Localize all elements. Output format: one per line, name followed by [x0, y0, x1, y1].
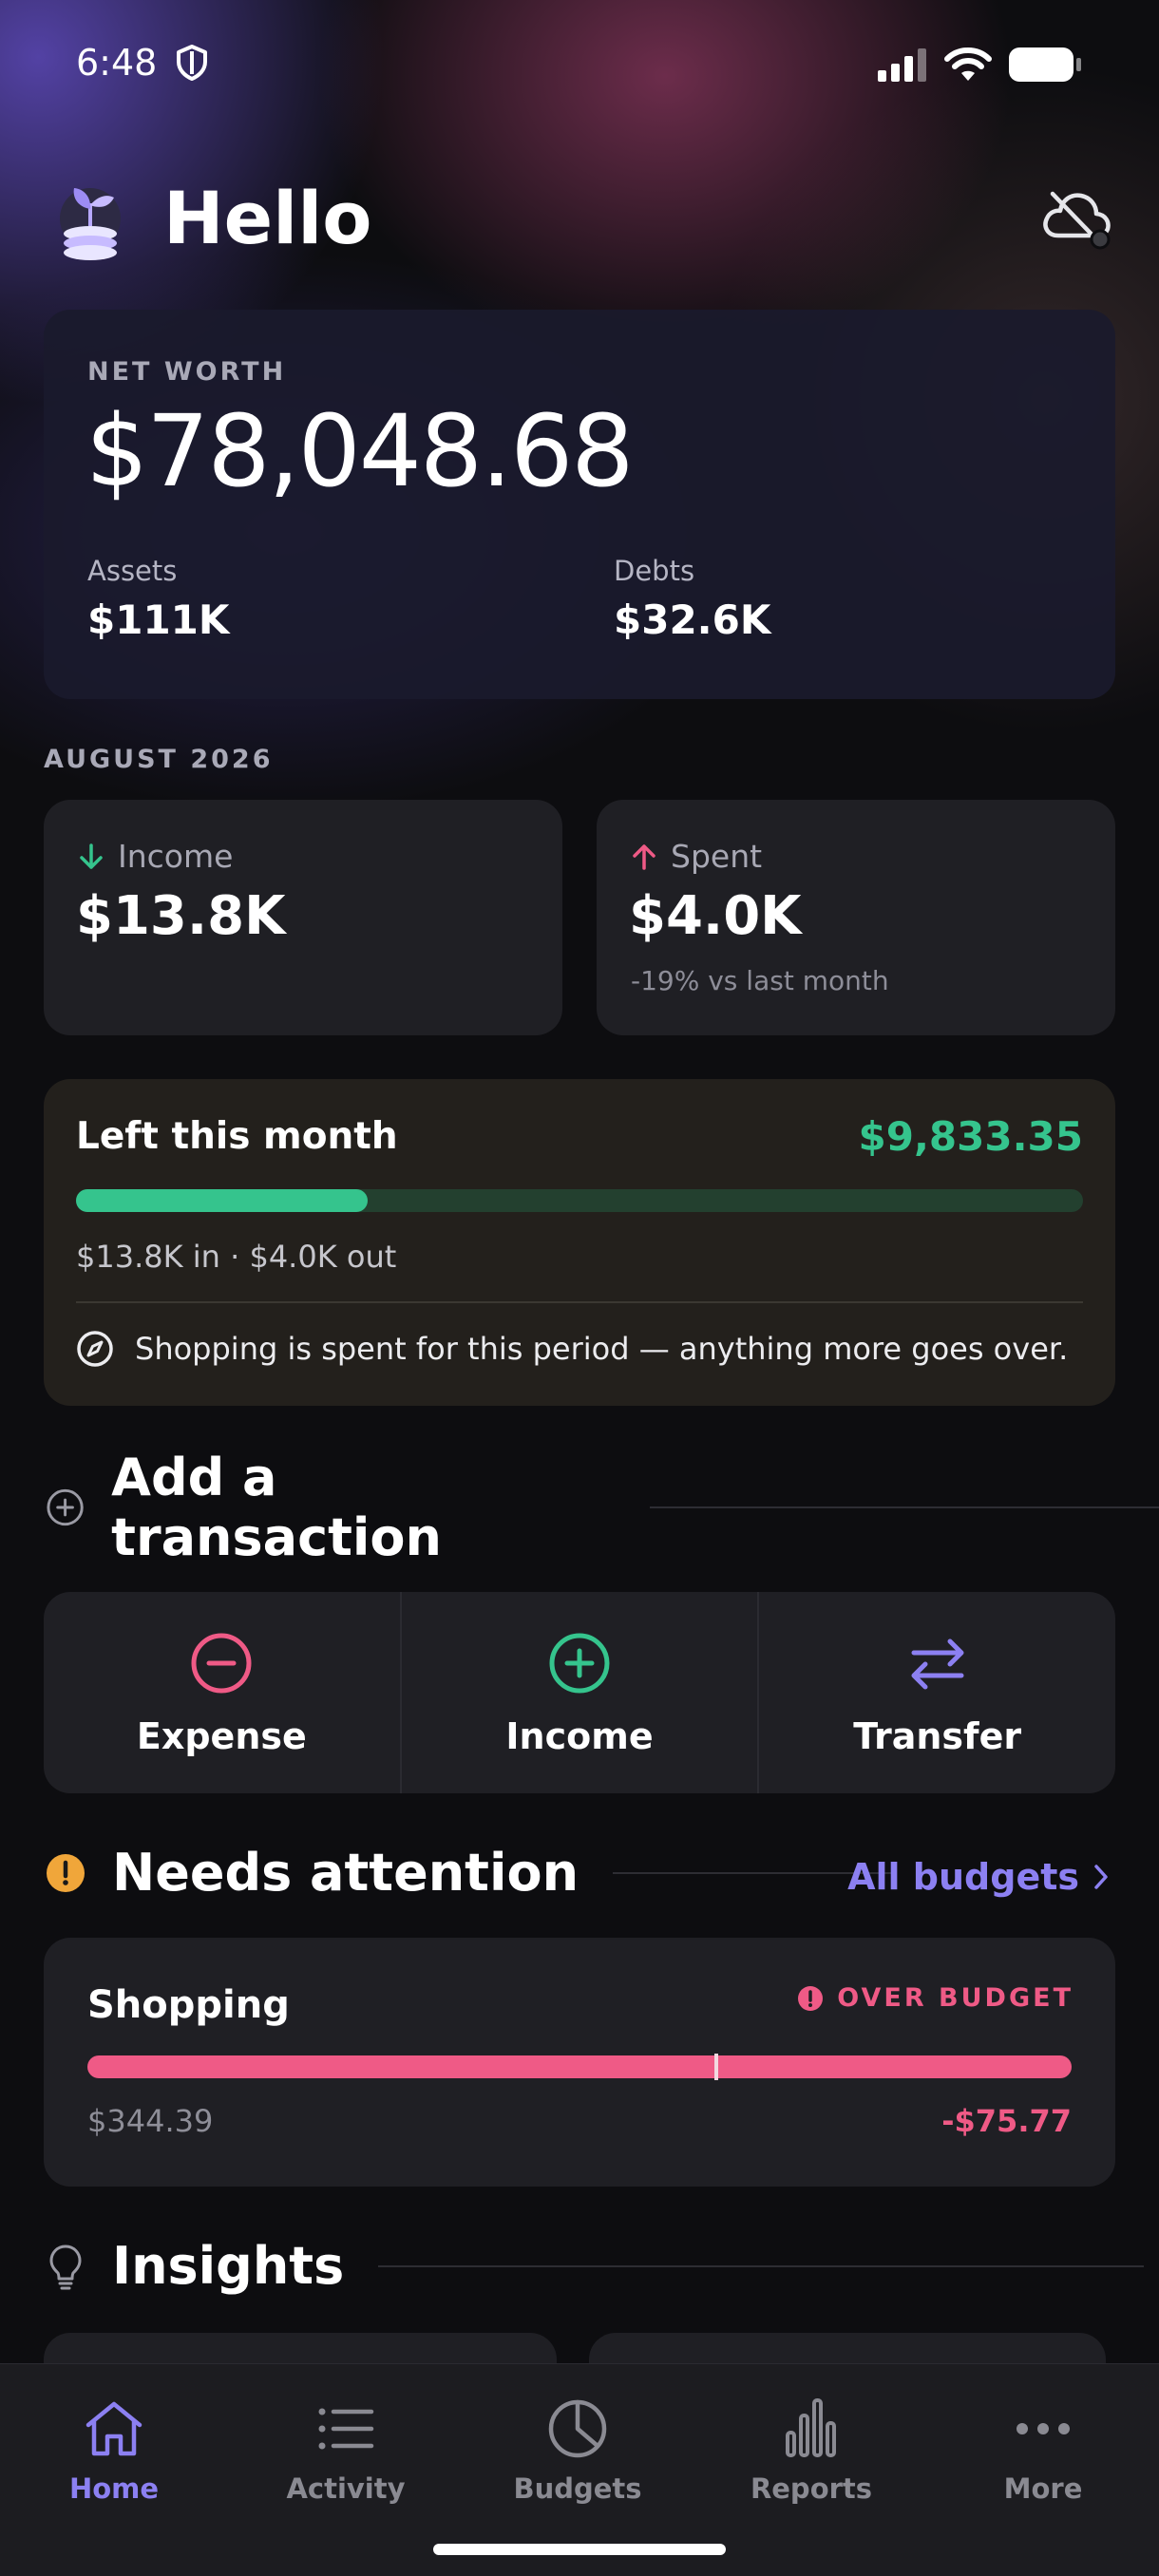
list-icon: [318, 2408, 374, 2450]
plus-circle-icon: [47, 1488, 84, 1526]
income-card[interactable]: Income $13.8K: [44, 800, 562, 1035]
budget-name: Shopping: [87, 1983, 290, 2027]
home-indicator: [433, 2544, 726, 2555]
status-time: 6:48: [76, 42, 158, 84]
lightbulb-icon: [49, 2245, 82, 2289]
assets-label: Assets: [87, 555, 178, 587]
transfer-arrows-icon: [911, 1638, 964, 1690]
insights-header: Insights: [44, 2236, 1145, 2296]
chevron-right-icon: [1094, 1865, 1108, 1889]
left-this-month-progress-fill: [76, 1189, 369, 1212]
add-income-button[interactable]: Income: [399, 1592, 758, 1793]
all-budgets-link[interactable]: All budgets: [847, 1856, 1110, 1898]
minus-circle-icon: [191, 1633, 252, 1694]
tab-reports-label: Reports: [750, 2472, 873, 2505]
tab-budgets-label: Budgets: [513, 2472, 642, 2505]
add-transfer-label: Transfer: [853, 1715, 1022, 1757]
tab-budgets[interactable]: Budgets: [483, 2398, 673, 2505]
arrow-down-icon: [80, 843, 103, 869]
budget-tip: Shopping is spent for this period — anyt…: [76, 1330, 1068, 1368]
needs-attention-title: Needs attention: [112, 1843, 580, 1903]
income-card-value: $13.8K: [76, 885, 286, 947]
assets-value: $111K: [87, 597, 230, 643]
compass-icon: [77, 1331, 113, 1367]
budget-shopping-card[interactable]: Shopping OVER BUDGET $344.39 -$75.77: [44, 1938, 1115, 2187]
all-budgets-label: All budgets: [847, 1856, 1079, 1898]
section-divider: [650, 1506, 1159, 1508]
transaction-actions: Expense Income Transfer: [44, 1592, 1115, 1793]
tab-more-label: More: [1003, 2472, 1083, 2505]
home-icon: [86, 2401, 142, 2456]
spent-card-value: $4.0K: [629, 885, 802, 947]
pie-chart-icon: [548, 2399, 607, 2458]
tab-home-label: Home: [68, 2472, 160, 2505]
add-transaction-title: Add a transaction: [111, 1448, 442, 1567]
tab-more[interactable]: More: [948, 2398, 1138, 2505]
tab-activity-label: Activity: [286, 2472, 406, 2505]
net-worth-value: $78,048.68: [86, 393, 634, 509]
debts-summary: Debts $32.6K: [614, 555, 770, 643]
tab-home[interactable]: Home: [19, 2398, 209, 2505]
budget-progress-bar: [87, 2054, 1072, 2080]
add-expense-label: Expense: [136, 1715, 307, 1757]
budget-tip-text: Shopping is spent for this period — anyt…: [135, 1331, 1069, 1367]
left-this-month-amount: $9,833.35: [858, 1113, 1083, 1160]
income-card-label: Income: [118, 838, 234, 875]
over-budget-label: OVER BUDGET: [837, 1983, 1074, 2013]
greeting-title: Hello: [163, 176, 372, 260]
budget-spent-amount: $344.39: [87, 2103, 214, 2139]
net-worth-card[interactable]: NET WORTH $78,048.68 Assets $111K Debts …: [44, 310, 1115, 699]
left-this-month-summary: $13.8K in · $4.0K out: [76, 1239, 397, 1275]
income-card-header: Income: [78, 838, 233, 875]
cloud-off-icon[interactable]: [1039, 184, 1115, 253]
section-divider: [378, 2264, 1145, 2267]
add-income-label: Income: [505, 1715, 654, 1757]
wifi-icon: [944, 47, 992, 81]
left-this-month-card[interactable]: Left this month $9,833.35 $13.8K in · $4…: [44, 1079, 1115, 1406]
assets-summary: Assets $111K: [87, 555, 229, 643]
tab-reports[interactable]: Reports: [716, 2398, 906, 2505]
budget-over-amount: -$75.77: [941, 2103, 1072, 2139]
needs-attention-header: Needs attention: [44, 1843, 895, 1903]
debts-value: $32.6K: [614, 597, 771, 643]
more-dots-icon: [1016, 2423, 1070, 2434]
warning-icon: [47, 1853, 85, 1892]
over-budget-badge: OVER BUDGET: [797, 1983, 1074, 2013]
spent-card-label: Spent: [671, 838, 763, 875]
spent-card-comparison: -19% vs last month: [631, 965, 889, 996]
divider: [76, 1301, 1083, 1303]
add-transfer-button[interactable]: Transfer: [757, 1592, 1115, 1793]
spent-card[interactable]: Spent $4.0K -19% vs last month: [597, 800, 1115, 1035]
header: Hello: [44, 171, 1115, 275]
debts-label: Debts: [614, 555, 695, 587]
shield-icon: [177, 45, 207, 81]
tab-activity[interactable]: Activity: [251, 2398, 441, 2505]
battery-icon: [1009, 47, 1081, 82]
left-this-month-title: Left this month: [76, 1115, 398, 1158]
spent-card-header: Spent: [631, 838, 762, 875]
arrow-up-icon: [633, 843, 656, 870]
budget-limit-marker: [714, 2054, 718, 2080]
bar-chart-icon: [786, 2398, 836, 2457]
insights-title: Insights: [112, 2236, 345, 2296]
period-label: AUGUST 2026: [44, 745, 274, 774]
app-logo-icon: [60, 188, 121, 260]
add-transaction-header: Add a transaction: [44, 1448, 1159, 1567]
status-indicators: [876, 46, 1083, 84]
plus-circle-icon: [549, 1633, 610, 1694]
status-bar: 6:48: [0, 0, 1159, 133]
left-this-month-progress: [76, 1189, 1083, 1212]
add-expense-button[interactable]: Expense: [44, 1592, 400, 1793]
alert-icon: [798, 1985, 824, 2011]
net-worth-label: NET WORTH: [87, 357, 287, 387]
signal-icon: [878, 48, 926, 82]
